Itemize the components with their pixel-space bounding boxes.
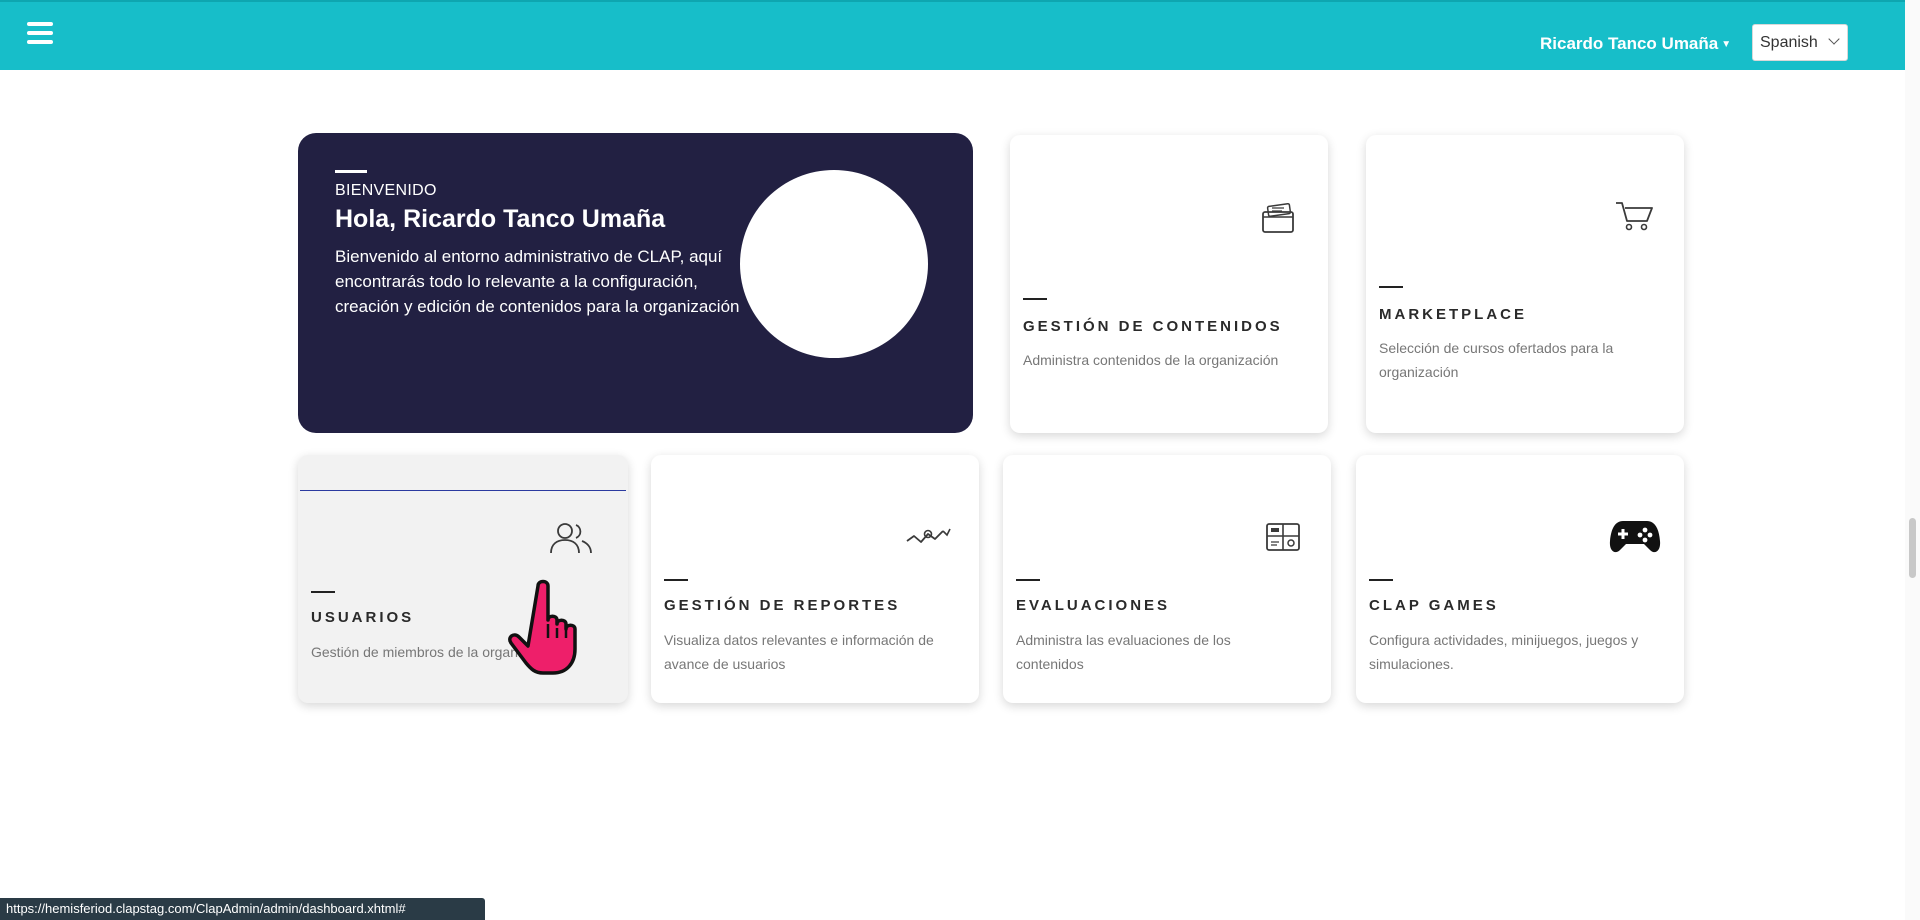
card-hover-line <box>300 490 626 491</box>
users-icon <box>550 523 592 554</box>
card-title: GESTIÓN DE CONTENIDOS <box>1023 318 1283 335</box>
hand-pointer-cursor-icon <box>508 579 577 675</box>
card-title: GESTIÓN DE REPORTES <box>664 597 901 614</box>
card-title: EVALUACIONES <box>1016 597 1171 614</box>
gamepad-icon <box>1609 521 1661 553</box>
language-value: Spanish <box>1760 34 1818 51</box>
status-bar-url: https://hemisferiod.clapstag.com/ClapAdm… <box>0 898 485 920</box>
chevron-down-icon <box>1828 33 1840 45</box>
card-dash <box>1369 579 1393 581</box>
welcome-accent-bar <box>335 170 367 173</box>
card-description: Visualiza datos relevantes e información… <box>664 632 934 672</box>
top-bar: Ricardo Tanco Umaña ▼ Spanish <box>0 0 1905 70</box>
content-folder-icon <box>1262 202 1294 233</box>
card-dash <box>311 591 335 593</box>
shopping-cart-icon <box>1616 202 1653 231</box>
card-description: Administra las evaluaciones de los conte… <box>1016 632 1231 672</box>
module-card-marketplace[interactable]: MARKETPLACE Selección de cursos ofertado… <box>1366 135 1684 433</box>
module-card-contenidos[interactable]: GESTIÓN DE CONTENIDOS Administra conteni… <box>1010 135 1328 433</box>
welcome-eyebrow: BIENVENIDO <box>335 182 437 199</box>
evaluation-grid-icon <box>1266 523 1300 551</box>
card-dash <box>1016 579 1040 581</box>
module-card-evaluaciones[interactable]: EVALUACIONES Administra las evaluaciones… <box>1003 455 1331 703</box>
card-description: Configura actividades, minijuegos, juego… <box>1369 632 1639 672</box>
card-dash <box>1379 286 1403 288</box>
card-title: USUARIOS <box>311 609 415 626</box>
card-description: Administra contenidos de la organización <box>1023 352 1279 368</box>
welcome-card: BIENVENIDO Hola, Ricardo Tanco Umaña Bie… <box>298 133 973 433</box>
card-description: Selección de cursos ofertados para la or… <box>1379 340 1614 380</box>
caret-down-icon: ▼ <box>1721 39 1732 50</box>
chart-line-icon <box>906 528 951 543</box>
scrollbar-thumb[interactable] <box>1909 518 1916 578</box>
card-title: CLAP GAMES <box>1369 597 1499 614</box>
module-card-games[interactable]: CLAP GAMES Configura actividades, miniju… <box>1356 455 1684 703</box>
user-menu[interactable]: Ricardo Tanco Umaña ▼ <box>1540 34 1731 54</box>
card-title: MARKETPLACE <box>1379 306 1527 323</box>
module-card-reportes[interactable]: GESTIÓN DE REPORTES Visualiza datos rele… <box>651 455 979 703</box>
language-select[interactable]: Spanish <box>1752 24 1848 61</box>
user-name: Ricardo Tanco Umaña <box>1540 34 1719 53</box>
avatar <box>740 170 928 358</box>
scrollbar[interactable] <box>1905 0 1920 920</box>
card-dash <box>664 579 688 581</box>
welcome-title: Hola, Ricardo Tanco Umaña <box>335 205 666 233</box>
hamburger-icon[interactable] <box>27 22 53 46</box>
card-dash <box>1023 298 1047 300</box>
welcome-description: Bienvenido al entorno administrativo de … <box>335 247 740 316</box>
